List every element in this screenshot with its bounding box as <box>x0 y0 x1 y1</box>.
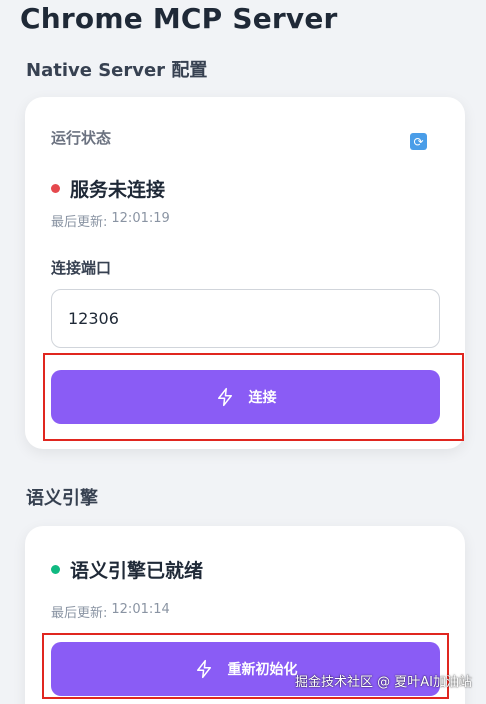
last-updated-label: 最后更新: <box>51 606 108 621</box>
server-last-updated: 最后更新: 12:01:19 <box>51 211 170 230</box>
last-updated-time: 12:01:19 <box>111 211 170 226</box>
app-title: Chrome MCP Server <box>20 2 338 35</box>
server-status-row: 服务未连接 <box>51 175 165 202</box>
status-label: 运行状态 <box>51 129 112 147</box>
last-updated-time: 12:01:14 <box>111 602 170 617</box>
engine-status-row: 语义引擎已就绪 <box>51 556 203 583</box>
reinitialize-button-label: 重新初始化 <box>227 662 298 678</box>
connect-button[interactable]: 连接 <box>51 370 440 424</box>
server-status-text: 服务未连接 <box>70 179 166 201</box>
reinitialize-button[interactable]: 重新初始化 <box>51 642 440 696</box>
connect-button-label: 连接 <box>248 390 277 406</box>
native-server-section-title: Native Server 配置 <box>26 60 208 81</box>
engine-last-updated: 最后更新: 12:01:14 <box>51 602 170 621</box>
port-input[interactable] <box>51 289 440 348</box>
bolt-icon <box>217 387 232 407</box>
semantic-engine-section-title: 语义引擎 <box>26 488 98 509</box>
status-dot-green <box>51 565 60 574</box>
semantic-engine-card: 语义引擎已就绪 最后更新: 12:01:14 重新初始化 <box>25 526 465 704</box>
refresh-icon[interactable]: ⟳ <box>410 133 427 150</box>
status-dot-red <box>51 184 60 193</box>
port-label: 连接端口 <box>51 259 112 277</box>
engine-status-text: 语义引擎已就绪 <box>70 560 204 582</box>
last-updated-label: 最后更新: <box>51 215 108 230</box>
bolt-icon <box>196 659 211 679</box>
native-server-card: 运行状态 ⟳ 服务未连接 最后更新: 12:01:19 连接端口 连接 <box>25 97 465 449</box>
